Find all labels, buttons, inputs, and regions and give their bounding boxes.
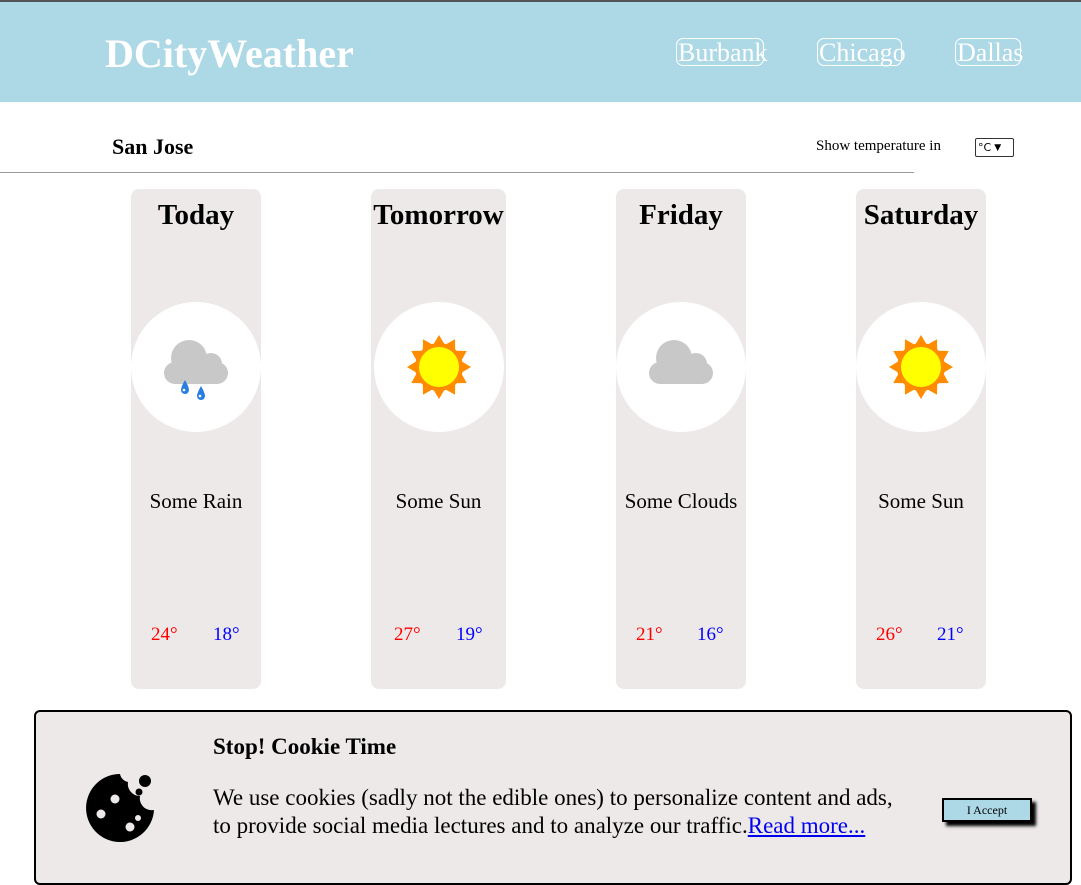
weather-icon-container bbox=[616, 302, 746, 432]
condition-label: Some Sun bbox=[878, 489, 964, 513]
cookie-icon bbox=[86, 774, 154, 842]
rain-cloud-icon bbox=[164, 340, 228, 400]
cookie-text: We use cookies (sadly not the edible one… bbox=[213, 784, 893, 840]
low-temperature: 19° bbox=[456, 624, 483, 645]
cloud-icon bbox=[649, 340, 713, 384]
day-name: Today bbox=[157, 199, 235, 231]
high-temperature: 27° bbox=[394, 624, 421, 645]
temperature-unit-value: °C bbox=[978, 141, 992, 154]
city-title: San Jose bbox=[112, 134, 194, 159]
chevron-down-icon: ▼ bbox=[994, 142, 1002, 153]
site-header: DCityWeather Burbank Chicago Dallas bbox=[0, 2, 1081, 102]
read-more-link[interactable]: Read more... bbox=[748, 813, 866, 838]
day-name: Friday bbox=[639, 199, 723, 231]
weather-icon-container bbox=[131, 302, 261, 432]
temperature-unit-select[interactable]: °C ▼ bbox=[975, 138, 1014, 157]
low-temperature: 16° bbox=[697, 624, 724, 645]
nav-link-burbank[interactable]: Burbank bbox=[676, 38, 768, 67]
high-temperature: 21° bbox=[636, 624, 663, 645]
cookie-banner: Stop! Cookie Time We use cookies (sadly … bbox=[34, 710, 1072, 885]
forecast-card-today: Today Some Rain 24° 18° bbox=[131, 189, 261, 689]
cookie-title: Stop! Cookie Time bbox=[213, 734, 397, 759]
weather-icon-container bbox=[374, 302, 504, 432]
condition-label: Some Sun bbox=[395, 489, 482, 513]
sun-icon bbox=[889, 335, 953, 399]
temperature-unit-label: Show temperature in bbox=[816, 138, 941, 154]
divider bbox=[0, 172, 914, 173]
nav-link-chicago[interactable]: Chicago bbox=[817, 38, 906, 67]
low-temperature: 18° bbox=[213, 624, 240, 645]
sun-icon bbox=[407, 335, 471, 399]
high-temperature: 24° bbox=[151, 624, 178, 645]
condition-label: Some Clouds bbox=[624, 489, 738, 513]
forecast-card-friday: Friday Some Clouds 21° 16° bbox=[616, 189, 746, 689]
high-temperature: 26° bbox=[876, 624, 903, 645]
site-logo[interactable]: DCityWeather bbox=[105, 30, 354, 77]
low-temperature: 21° bbox=[937, 624, 964, 645]
forecast-card-tomorrow: Tomorrow Some Sun 27° 19° bbox=[371, 189, 506, 689]
condition-label: Some Rain bbox=[149, 489, 243, 513]
nav-link-dallas[interactable]: Dallas bbox=[955, 38, 1023, 67]
day-name: Tomorrow bbox=[373, 199, 504, 231]
accept-cookies-button[interactable]: I Accept bbox=[942, 798, 1032, 822]
day-name: Saturday bbox=[863, 199, 979, 231]
weather-icon-container bbox=[856, 302, 986, 432]
forecast-card-saturday: Saturday Some Sun 26° 21° bbox=[856, 189, 986, 689]
